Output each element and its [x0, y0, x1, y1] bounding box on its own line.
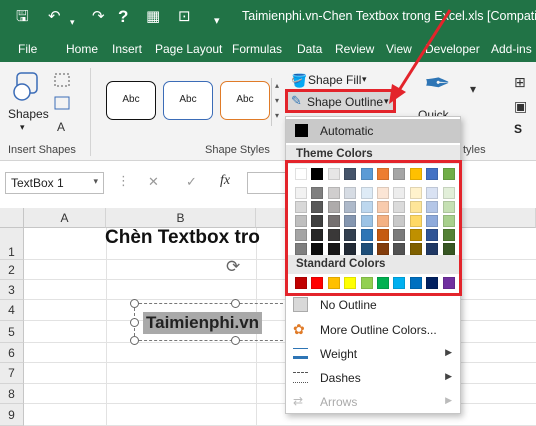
annotation-arrow-icon: [389, 9, 452, 104]
